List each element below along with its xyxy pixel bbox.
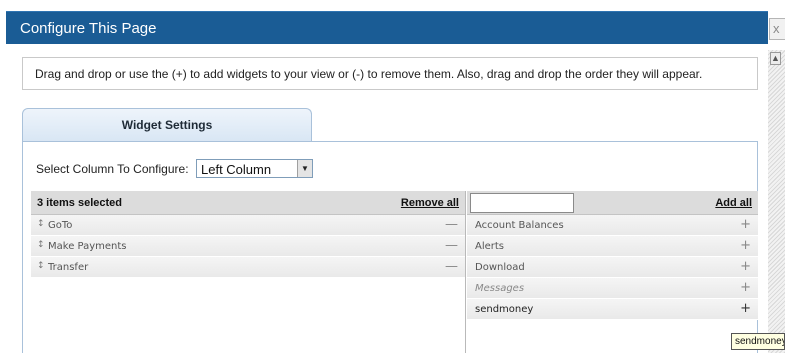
list-item[interactable]: ↕ Make Payments — <box>31 236 465 257</box>
list-item[interactable]: Messages + <box>467 278 758 299</box>
drag-handle-icon[interactable]: ↕ <box>37 240 45 250</box>
list-item-label: Make Payments <box>48 241 127 252</box>
list-item[interactable]: sendmoney + <box>467 299 758 320</box>
list-item[interactable]: ↕ GoTo — <box>31 215 465 236</box>
scroll-up-icon[interactable]: ▲ <box>770 52 781 65</box>
list-item-label: GoTo <box>48 220 73 231</box>
tab-widget-settings[interactable]: Widget Settings <box>22 108 312 142</box>
column-select[interactable]: Left Column ▼ <box>196 159 313 178</box>
plus-icon[interactable]: + <box>740 280 751 295</box>
selected-count: 3 items selected <box>37 197 122 209</box>
titlebar: Configure This Page x <box>0 0 785 44</box>
plus-icon[interactable]: + <box>740 259 751 274</box>
available-list-header: Add all <box>467 191 758 215</box>
selected-widgets-list: 3 items selected Remove all ↕ GoTo — ↕ M… <box>31 191 466 353</box>
available-widgets-list: Add all Account Balances + Alerts + Down… <box>467 191 758 353</box>
minus-icon[interactable]: — <box>445 259 458 274</box>
close-icon[interactable]: x <box>769 18 785 40</box>
configure-dialog: Drag and drop or use the (+) to add widg… <box>6 44 768 353</box>
list-item[interactable]: ↕ Transfer — <box>31 257 465 278</box>
list-item-label: sendmoney <box>475 304 534 315</box>
vertical-scrollbar[interactable]: ▲ <box>768 50 785 353</box>
list-item[interactable]: Account Balances + <box>467 215 758 236</box>
list-item-label: Transfer <box>48 262 89 273</box>
list-item[interactable]: Alerts + <box>467 236 758 257</box>
list-item-label: Alerts <box>475 241 505 252</box>
minus-icon[interactable]: — <box>445 238 458 253</box>
column-select-value: Left Column <box>201 162 272 177</box>
list-item-label: Account Balances <box>475 220 564 231</box>
minus-icon[interactable]: — <box>445 217 458 232</box>
remove-all-link[interactable]: Remove all <box>401 197 459 209</box>
selected-list-header: 3 items selected Remove all <box>31 191 465 215</box>
filter-input[interactable] <box>470 193 574 213</box>
plus-icon[interactable]: + <box>740 301 751 316</box>
widget-settings-panel: Select Column To Configure: Left Column … <box>22 141 758 353</box>
column-select-label: Select Column To Configure: <box>36 162 189 176</box>
list-item-label: Download <box>475 262 525 273</box>
instructions-text: Drag and drop or use the (+) to add widg… <box>22 57 758 90</box>
dialog-title-bar: Configure This Page <box>6 11 768 44</box>
chevron-down-icon[interactable]: ▼ <box>297 160 312 177</box>
list-item-label: Messages <box>475 283 525 294</box>
drag-handle-icon[interactable]: ↕ <box>37 219 45 229</box>
add-all-link[interactable]: Add all <box>715 197 752 209</box>
tooltip: sendmoney <box>731 333 785 350</box>
plus-icon[interactable]: + <box>740 217 751 232</box>
list-item[interactable]: Download + <box>467 257 758 278</box>
plus-icon[interactable]: + <box>740 238 751 253</box>
dialog-title: Configure This Page <box>20 20 157 37</box>
drag-handle-icon[interactable]: ↕ <box>37 261 45 271</box>
